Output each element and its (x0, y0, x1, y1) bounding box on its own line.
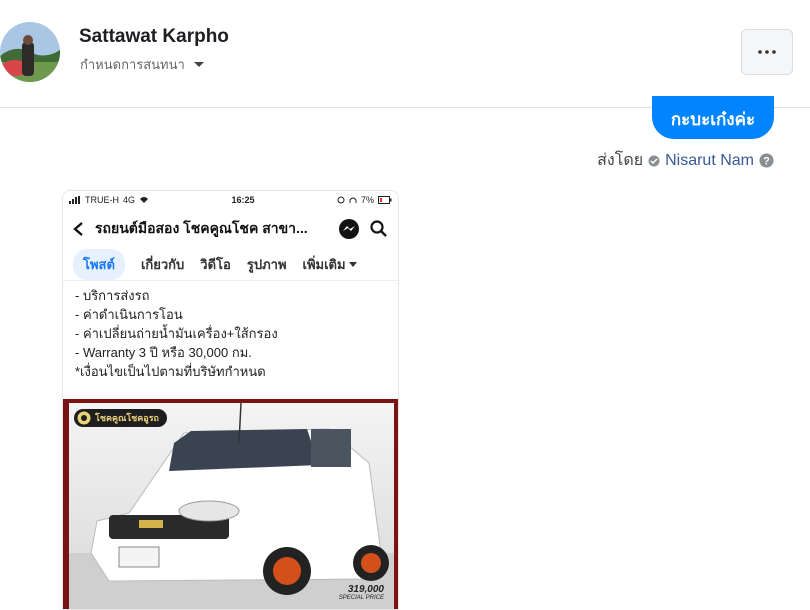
verified-icon (648, 155, 660, 166)
tab-photos: รูปภาพ (246, 257, 287, 272)
sender-name[interactable]: Nisarut Nam (665, 152, 754, 170)
page-title: รถยนต์มือสอง โชคคูณโชค สาขา... (95, 220, 308, 236)
price-label: SPECIAL PRICE (338, 595, 384, 601)
post-line: - ค่าเปลี่ยนถ่ายน้ำมันเครื่อง+ใส้กรอง (75, 326, 278, 341)
car-photo-inner: โชคคูณโชคอูรถ 319,000 SPECIAL PRICE (69, 403, 394, 609)
dealer-badge-label: โชคคูณโชคอูรถ (95, 413, 159, 423)
network: 4G (123, 195, 136, 205)
post-line: *เงื่อนไขเป็นไปตามที่บริษัทกำหนด (75, 364, 266, 379)
carrier: TRUE-H (85, 195, 119, 205)
price-tag: 319,000 SPECIAL PRICE (339, 584, 384, 601)
conversation-settings[interactable]: กำหนดการสนทนา (80, 54, 205, 75)
post-text: - บริการส่งรถ - ค่าดำเนินการโอน - ค่าเปล… (63, 281, 398, 391)
pickup-truck-image (69, 403, 394, 609)
tab-more: เพิ่มเติม (303, 254, 357, 275)
search-icon (370, 220, 387, 237)
wifi-icon (140, 197, 149, 203)
tab-posts: โพสต์ (73, 249, 125, 280)
battery-percent: 7% (360, 195, 374, 205)
back-arrow-icon (73, 222, 83, 236)
price-value: 319,000 (347, 584, 384, 595)
messenger-icon (339, 219, 359, 239)
avatar[interactable] (0, 22, 60, 82)
alarm-icon (337, 196, 345, 204)
tab-more-label: เพิ่มเติม (302, 257, 346, 272)
contact-name[interactable]: Sattawat Karpho (79, 26, 229, 48)
caret-down-icon (348, 261, 357, 267)
phone-time: 16:25 (231, 195, 255, 205)
shared-screenshot[interactable]: TRUE-H 4G 16:25 7% รถยนต์มือสอง โชคคูณโช… (62, 190, 399, 610)
signal-icon (69, 196, 80, 204)
sent-by-line: ส่งโดย Nisarut Nam ? (597, 148, 774, 173)
more-dots-icon (758, 50, 776, 54)
post-line: - บริการส่งรถ (75, 288, 150, 303)
sent-by-label: ส่งโดย (597, 152, 644, 169)
conversation-header: Sattawat Karpho กำหนดการสนทนา (0, 0, 810, 108)
tab-videos: วิดีโอ (200, 257, 231, 272)
battery-icon (378, 196, 392, 204)
post-line: - Warranty 3 ปี หรือ 30,000 กม. (75, 345, 252, 360)
tab-about: เกี่ยวกับ (140, 257, 185, 272)
caret-down-icon (193, 61, 204, 67)
more-options-button[interactable] (741, 29, 793, 75)
phone-nav-bar: รถยนต์มือสอง โชคคูณโชค สาขา... (63, 209, 398, 249)
car-photo: โชคคูณโชคอูรถ 319,000 SPECIAL PRICE (63, 399, 398, 609)
message-bubble[interactable]: กะบะเก๋งค่ะ (652, 96, 774, 139)
phone-status-bar: TRUE-H 4G 16:25 7% (63, 191, 398, 209)
headphone-icon (349, 197, 357, 203)
conversation-settings-label: กำหนดการสนทนา (80, 57, 185, 72)
dealer-badge: โชคคูณโชคอูรถ (74, 409, 167, 427)
svg-text:?: ? (763, 156, 770, 168)
dealer-logo-icon (77, 411, 91, 425)
phone-tabs: โพสต์ เกี่ยวกับ วิดีโอ รูปภาพ เพิ่มเติม (63, 249, 398, 281)
post-line: - ค่าดำเนินการโอน (75, 307, 183, 322)
help-icon[interactable]: ? (759, 153, 774, 168)
